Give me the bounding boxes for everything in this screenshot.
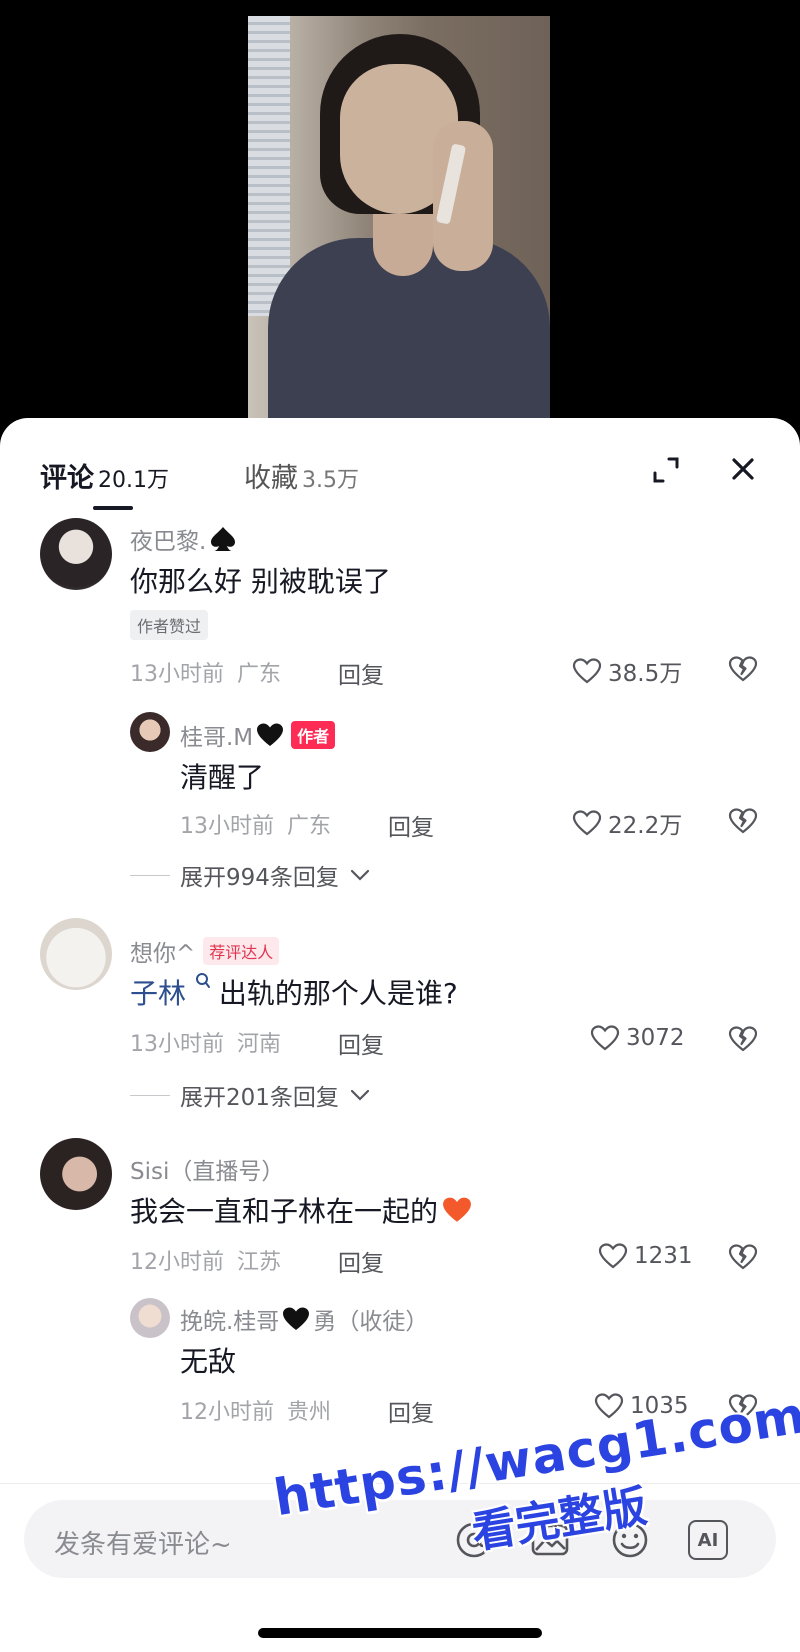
reply-time: 12小时前	[180, 1400, 274, 1425]
comment-username[interactable]: 夜巴黎.	[130, 522, 238, 556]
chevron-down-icon	[350, 869, 370, 881]
heart-outline-icon	[572, 658, 602, 684]
comment-time: 13小时前	[130, 1032, 224, 1057]
expand-replies-label: 展开994条回复	[180, 865, 339, 891]
username-text: 想你^	[130, 941, 196, 967]
username-text: 桂哥.M	[180, 725, 254, 751]
like-button[interactable]: 3072	[590, 1024, 685, 1052]
tab-bar: 评论 20.1万 收藏 3.5万	[0, 418, 800, 510]
black-heart-icon	[283, 1307, 310, 1330]
reply-username[interactable]: 桂哥.M 作者	[180, 718, 336, 752]
reply-text: 清醒了	[180, 761, 265, 794]
like-count: 1231	[634, 1243, 693, 1269]
like-count: 3072	[626, 1025, 685, 1051]
chevron-down-icon	[350, 1089, 370, 1101]
reply-meta: 13小时前 广东	[180, 808, 331, 840]
comment-time: 13小时前	[130, 662, 224, 687]
avatar[interactable]	[130, 1298, 170, 1338]
heart-outline-icon	[590, 1025, 620, 1051]
tab-comments[interactable]: 评论 20.1万	[40, 456, 169, 495]
like-count: 38.5万	[608, 661, 683, 687]
avatar[interactable]	[40, 518, 112, 590]
reply-location: 广东	[287, 814, 332, 839]
broken-heart-icon[interactable]	[728, 806, 758, 836]
broken-heart-icon[interactable]	[728, 1242, 758, 1272]
reply-button[interactable]: 回复	[338, 656, 384, 690]
comment-text: 你那么好 别被耽误了	[130, 565, 391, 598]
broken-heart-icon[interactable]	[728, 654, 758, 684]
like-button[interactable]: 1231	[598, 1242, 693, 1270]
like-count: 22.2万	[608, 813, 683, 839]
comment-body: 我会一直和子林在一起的	[130, 1195, 439, 1228]
heart-outline-icon	[598, 1243, 628, 1269]
username-text: 夜巴黎.	[130, 529, 207, 555]
avatar[interactable]	[40, 918, 112, 990]
comment-input-placeholder: 发条有爱评论~	[54, 1530, 232, 1560]
fullscreen-icon[interactable]	[652, 456, 680, 484]
window-blind	[248, 16, 290, 316]
heart-outline-icon	[572, 810, 602, 836]
reply-username[interactable]: 挽皖.桂哥 勇（收徒）	[180, 1302, 428, 1336]
username-text: 挽皖.桂哥	[180, 1309, 280, 1335]
comment-location: 河南	[237, 1032, 282, 1057]
video-player[interactable]	[0, 0, 800, 440]
reply-meta: 12小时前 贵州	[180, 1394, 331, 1426]
avatar[interactable]	[40, 1138, 112, 1210]
comment-body: 出轨的那个人是谁?	[218, 977, 458, 1010]
comment-text: 子林 出轨的那个人是谁?	[130, 972, 458, 1012]
author-liked-tag: 作者赞过	[130, 610, 209, 640]
reply-button[interactable]: 回复	[388, 808, 434, 842]
reply-text: 无敌	[180, 1345, 237, 1378]
reply-button[interactable]: 回复	[338, 1026, 384, 1060]
expand-replies-button[interactable]: 展开201条回复	[130, 1078, 373, 1112]
tab-active-indicator	[93, 506, 133, 510]
like-button[interactable]: 22.2万	[572, 806, 682, 840]
comment-username[interactable]: Sisi（直播号）	[130, 1152, 284, 1186]
reply-time: 13小时前	[180, 814, 274, 839]
username-tail: 勇（收徒）	[313, 1309, 429, 1335]
close-icon[interactable]	[728, 454, 758, 484]
avatar[interactable]	[130, 712, 170, 752]
spade-icon	[211, 527, 236, 551]
comment-username[interactable]: 想你^ 荐评达人	[130, 934, 280, 968]
author-badge: 作者	[291, 721, 336, 749]
mention-text: 子林	[130, 977, 187, 1010]
tab-comments-count: 20.1万	[98, 468, 169, 493]
expand-divider-line	[130, 874, 170, 876]
orange-heart-icon	[443, 1197, 471, 1222]
comment-meta: 12小时前 江苏	[130, 1244, 281, 1276]
mention-link[interactable]: 子林	[130, 972, 211, 1012]
comment-meta: 13小时前 河南	[130, 1026, 281, 1058]
tab-favorites[interactable]: 收藏 3.5万	[244, 456, 359, 495]
like-button[interactable]: 38.5万	[572, 654, 682, 688]
video-frame[interactable]	[248, 16, 550, 420]
expand-divider-line	[130, 1094, 170, 1096]
home-indicator[interactable]	[258, 1628, 542, 1638]
black-heart-icon	[257, 723, 284, 746]
person-neck	[373, 206, 433, 276]
expand-replies-button[interactable]: 展开994条回复	[130, 858, 373, 892]
broken-heart-icon[interactable]	[728, 1024, 758, 1054]
search-icon	[195, 973, 210, 988]
tab-favorites-count: 3.5万	[302, 468, 359, 493]
reply-button[interactable]: 回复	[338, 1244, 384, 1278]
expand-replies-label: 展开201条回复	[180, 1085, 339, 1111]
ai-label: AI	[697, 1529, 719, 1551]
reply-location: 贵州	[287, 1400, 332, 1425]
comment-time: 12小时前	[130, 1250, 224, 1275]
comment-location: 广东	[237, 662, 282, 687]
comment-meta: 13小时前 广东	[130, 656, 281, 688]
reply-button[interactable]: 回复	[388, 1394, 434, 1428]
recommended-reviewer-badge: 荐评达人	[203, 937, 280, 965]
tab-favorites-label: 收藏	[244, 463, 298, 494]
comment-location: 江苏	[237, 1250, 282, 1275]
tab-comments-label: 评论	[40, 463, 94, 494]
comment-text: 我会一直和子林在一起的	[130, 1190, 474, 1230]
